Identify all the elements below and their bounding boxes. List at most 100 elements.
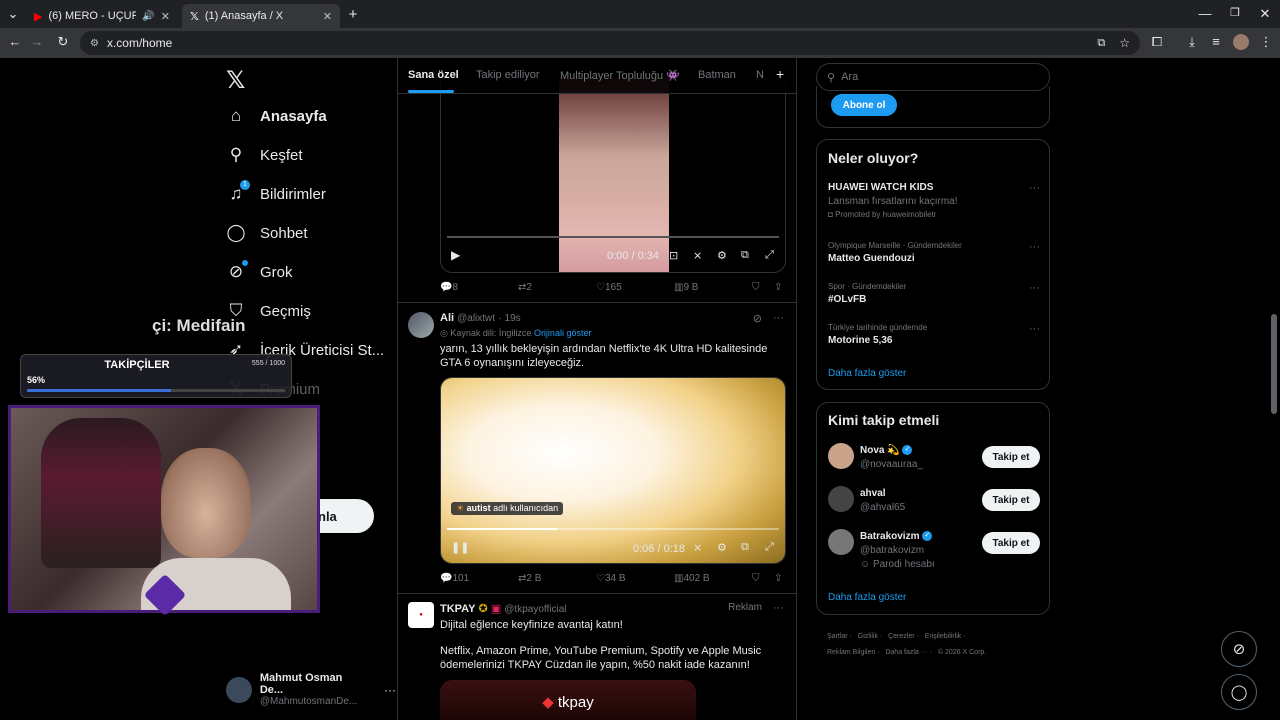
mute-icon[interactable]: ⨯ xyxy=(693,249,702,262)
post-author-name[interactable]: TKPAY xyxy=(440,603,475,615)
tab-search-chevron-icon[interactable]: ⌄ xyxy=(4,6,22,22)
video-player[interactable]: ▶ 0:00 / 0:34 ⊡ ⨯ ⚙ ⧉ ⤢ xyxy=(440,78,786,273)
post-author-name[interactable]: Ali xyxy=(440,312,454,324)
grok-explain-icon[interactable]: ⊘ xyxy=(753,312,762,325)
footer-link[interactable]: Gizlilik xyxy=(858,633,878,640)
menu-kebab-icon[interactable]: ⋮ xyxy=(1257,34,1275,50)
show-original-link[interactable]: Orijinali göster xyxy=(534,328,592,338)
bookmark-star-icon[interactable]: ☆ xyxy=(1119,36,1130,50)
mute-icon[interactable]: ⨯ xyxy=(693,541,702,554)
follow-suggestion[interactable]: Batrakovizm ✓ @batrakovizm ☺ Parodi hesa… xyxy=(828,529,1040,573)
forward-icon[interactable]: → xyxy=(28,34,46,49)
settings-icon[interactable]: ⚙ xyxy=(717,249,727,262)
more-dots-icon[interactable]: ··· xyxy=(1029,241,1040,253)
share-icon[interactable]: ⇪ xyxy=(774,573,782,584)
grok-fab-icon[interactable]: ⊘ xyxy=(1221,631,1257,667)
ad-media[interactable]: ◆ tkpay xyxy=(440,680,696,720)
nav-explore[interactable]: ⚲ Keşfet xyxy=(226,145,303,165)
media-control-icon[interactable]: ≡ xyxy=(1207,34,1225,49)
more-dots-icon[interactable]: ··· xyxy=(1029,182,1040,194)
reply-button[interactable]: 💬 8 xyxy=(440,282,458,293)
post-author-handle[interactable]: @alixtwt xyxy=(457,313,495,324)
tab-batman[interactable]: Batman xyxy=(698,69,736,81)
minimize-icon[interactable]: — xyxy=(1196,6,1214,21)
post-author-handle[interactable]: @tkpayofficial xyxy=(504,604,566,615)
footer-link[interactable]: Çerezler xyxy=(888,633,914,640)
add-tab-icon[interactable]: + xyxy=(776,66,784,82)
tab-for-you[interactable]: Sana özel xyxy=(408,69,459,81)
close-tab-icon[interactable]: ✕ xyxy=(161,10,170,23)
trends-show-more[interactable]: Daha fazla göster xyxy=(828,368,906,379)
captions-icon[interactable]: ⊡ xyxy=(669,249,678,262)
fullscreen-icon[interactable]: ⤢ xyxy=(765,249,774,262)
x-logo-icon[interactable]: 𝕏 xyxy=(226,66,245,95)
speaker-icon[interactable]: 🔊 xyxy=(142,11,154,22)
restore-icon[interactable]: ❐ xyxy=(1226,6,1244,19)
tab-following[interactable]: Takip ediliyor xyxy=(476,69,540,81)
bookmark-icon[interactable]: ⛉ xyxy=(752,573,760,584)
scrollbar-thumb[interactable] xyxy=(1271,314,1277,414)
trend-item[interactable]: Spor · Gündemdekiler #OLvFB ··· xyxy=(828,282,1040,305)
tab-more[interactable]: N xyxy=(756,69,764,81)
pip-icon[interactable]: ⧉ xyxy=(741,249,749,262)
follow-button[interactable]: Takip et xyxy=(982,532,1040,554)
nav-notifications[interactable]: ♫ 1 Bildirimler xyxy=(226,180,326,204)
follow-button[interactable]: Takip et xyxy=(982,446,1040,468)
profile-avatar[interactable] xyxy=(1233,34,1249,50)
fullscreen-icon[interactable]: ⤢ xyxy=(765,541,774,554)
footer-link[interactable]: Reklam Bilgileri xyxy=(827,649,875,656)
advertiser-logo[interactable]: ● xyxy=(408,602,434,628)
account-switcher[interactable]: Mahmut Osman De... @MahmutosmanDe... ··· xyxy=(226,672,396,707)
attribution-user[interactable]: autist xyxy=(467,503,491,513)
post-time[interactable]: 19s xyxy=(505,313,521,324)
footer-link[interactable]: Daha fazla ··· xyxy=(885,649,927,656)
nav-grok[interactable]: ⊘ Grok xyxy=(226,260,293,282)
more-dots-icon[interactable]: ··· xyxy=(1029,323,1040,335)
reload-icon[interactable]: ↻ xyxy=(54,34,72,50)
pip-icon[interactable]: ⧉ xyxy=(741,541,749,554)
more-dots-icon[interactable]: ··· xyxy=(773,602,784,614)
new-tab-icon[interactable]: + xyxy=(344,6,362,23)
install-app-icon[interactable]: ⧉ xyxy=(1097,37,1105,50)
views-button[interactable]: ▥ 402 B xyxy=(674,573,710,584)
subscribe-button[interactable]: Abone ol xyxy=(831,94,897,116)
video-progress[interactable] xyxy=(447,528,779,530)
follow-suggestion[interactable]: Nova 💫 ✓ @novaauraa_ Takip et xyxy=(828,443,1040,473)
nav-chat[interactable]: ◯ Sohbet xyxy=(226,223,307,243)
like-button[interactable]: ♡ 165 xyxy=(596,282,622,293)
address-bar[interactable]: ⚙ x.com/home ⧉ ☆ xyxy=(80,31,1140,55)
trend-item[interactable]: Olympique Marseille · Gündemdekiler Matt… xyxy=(828,241,1040,264)
footer-link[interactable]: Şartlar xyxy=(827,633,848,640)
tab-community[interactable]: Multiplayer Topluluğu 👾 xyxy=(560,69,680,82)
trend-item[interactable]: Türkiye tarihinde gündemde Motorine 5,36… xyxy=(828,323,1040,346)
settings-icon[interactable]: ⚙ xyxy=(717,541,727,554)
repost-button[interactable]: ⇄ 2 B xyxy=(518,573,541,584)
nav-home[interactable]: ⌂ Anasayfa xyxy=(226,106,327,126)
post-button[interactable]: nla xyxy=(318,499,374,533)
close-tab-icon[interactable]: ✕ xyxy=(323,10,332,23)
repost-button[interactable]: ⇄ 2 xyxy=(518,282,532,293)
follow-button[interactable]: Takip et xyxy=(982,489,1040,511)
video-progress[interactable] xyxy=(447,236,779,238)
more-dots-icon[interactable]: ··· xyxy=(1029,282,1040,294)
back-icon[interactable]: ← xyxy=(6,34,24,49)
more-dots-icon[interactable]: ··· xyxy=(773,312,784,324)
tab-x[interactable]: 𝕏 (1) Anasayfa / X ✕ xyxy=(182,4,340,28)
follow-suggestion[interactable]: ahval @ahval65 Takip et xyxy=(828,486,1040,516)
bookmark-icon[interactable]: ⛉ xyxy=(752,282,760,293)
messages-fab-icon[interactable]: ◯ xyxy=(1221,674,1257,710)
site-info-icon[interactable]: ⚙ xyxy=(90,38,99,49)
download-icon[interactable]: ⤓ xyxy=(1183,34,1201,50)
like-button[interactable]: ♡ 34 B xyxy=(596,573,626,584)
pause-icon[interactable]: ❚❚ xyxy=(451,541,469,554)
extensions-icon[interactable]: ⧠ xyxy=(1148,34,1166,50)
video-player[interactable]: ☀ autist adlı kullanıcıdan ❚❚ 0:06 / 0:1… xyxy=(440,377,786,564)
who-show-more[interactable]: Daha fazla göster xyxy=(828,592,906,603)
views-button[interactable]: ▥ 9 B xyxy=(674,282,698,293)
avatar[interactable] xyxy=(408,312,434,338)
reply-button[interactable]: 💬 101 xyxy=(440,573,469,584)
window-close-icon[interactable]: ✕ xyxy=(1256,6,1274,22)
tab-youtube[interactable]: ▶ (6) MERO - UÇURUM [Offic 🔊 ✕ xyxy=(26,4,178,28)
more-dots-icon[interactable]: ··· xyxy=(384,683,396,697)
trend-item[interactable]: HUAWEI WATCH KIDS Lansman fırsatlarını k… xyxy=(828,182,1040,219)
